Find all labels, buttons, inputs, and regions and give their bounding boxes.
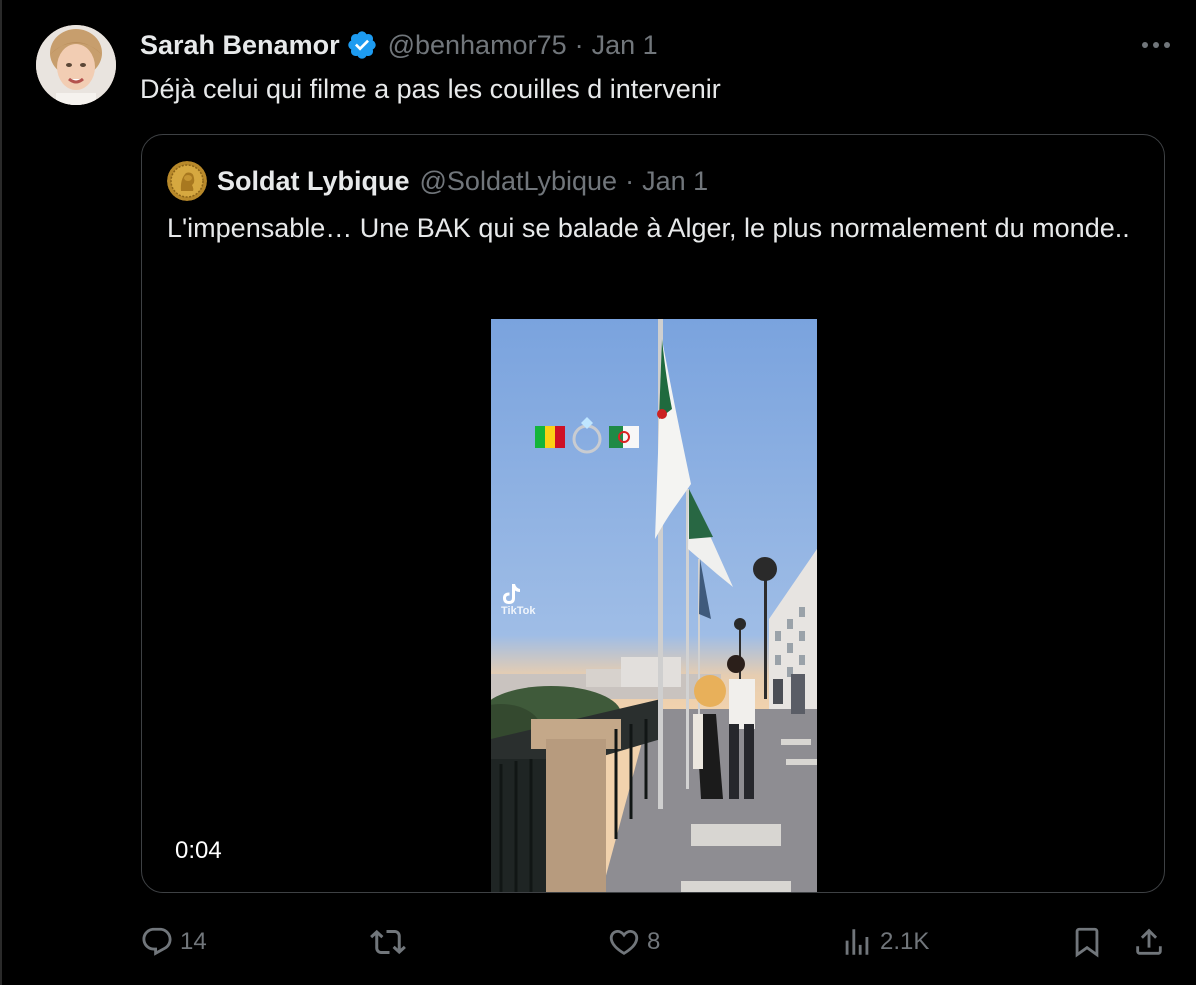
- tweet-date[interactable]: Jan 1: [592, 30, 658, 61]
- tweet-header: Sarah Benamor @benhamor75 · Jan 1: [140, 27, 658, 63]
- separator-dot: ·: [574, 29, 584, 60]
- quote-author-avatar[interactable]: [167, 161, 207, 201]
- tweet-action-bar: 14 8 2.1K: [140, 918, 1170, 966]
- window-edge: [0, 0, 2, 985]
- avatar-image: [36, 25, 116, 105]
- quote-separator-dot: ·: [625, 165, 635, 196]
- views-count: 2.1K: [880, 928, 930, 955]
- share-icon: [1136, 928, 1162, 955]
- video-player[interactable]: TikTok: [491, 319, 817, 892]
- tiktok-icon: [503, 584, 520, 604]
- quote-author-handle[interactable]: @SoldatLybique: [420, 166, 618, 197]
- views-chart-icon: [845, 929, 869, 955]
- quote-author-name[interactable]: Soldat Lybique: [217, 166, 410, 197]
- verified-badge-icon: [346, 29, 378, 61]
- like-count: 8: [647, 928, 661, 955]
- heart-icon: [609, 929, 639, 955]
- video-duration: 0:04: [175, 837, 222, 864]
- quoted-tweet-card[interactable]: Soldat Lybique @SoldatLybique · Jan 1 L'…: [141, 134, 1165, 893]
- like-button[interactable]: 8: [607, 918, 660, 966]
- video-thumbnail: [491, 319, 817, 892]
- tiktok-watermark-text: TikTok: [501, 605, 536, 617]
- retweet-icon: [370, 929, 406, 955]
- tweet-text: Déjà celui qui filme a pas les couilles …: [140, 74, 721, 104]
- bookmark-button[interactable]: [1070, 918, 1104, 966]
- quote-header: Soldat Lybique @SoldatLybique · Jan 1: [167, 161, 708, 201]
- share-button[interactable]: [1132, 918, 1166, 966]
- more-options-button[interactable]: [1138, 30, 1174, 60]
- more-horizontal-icon: [1142, 42, 1170, 48]
- reply-count: 14: [180, 928, 207, 955]
- reply-button[interactable]: 14: [140, 918, 207, 966]
- author-handle[interactable]: @benhamor75: [388, 30, 567, 61]
- author-name[interactable]: Sarah Benamor: [140, 30, 340, 61]
- quote-date[interactable]: Jan 1: [642, 166, 708, 197]
- gold-coin-icon: [167, 161, 207, 201]
- author-avatar[interactable]: [36, 25, 116, 105]
- tiktok-watermark: TikTok: [501, 583, 535, 617]
- retweet-button[interactable]: [370, 918, 412, 966]
- quote-text: L'impensable… Une BAK qui se balade à Al…: [167, 213, 1130, 243]
- bookmark-icon: [1075, 927, 1099, 958]
- reply-icon: [142, 927, 172, 956]
- views-button[interactable]: 2.1K: [840, 918, 929, 966]
